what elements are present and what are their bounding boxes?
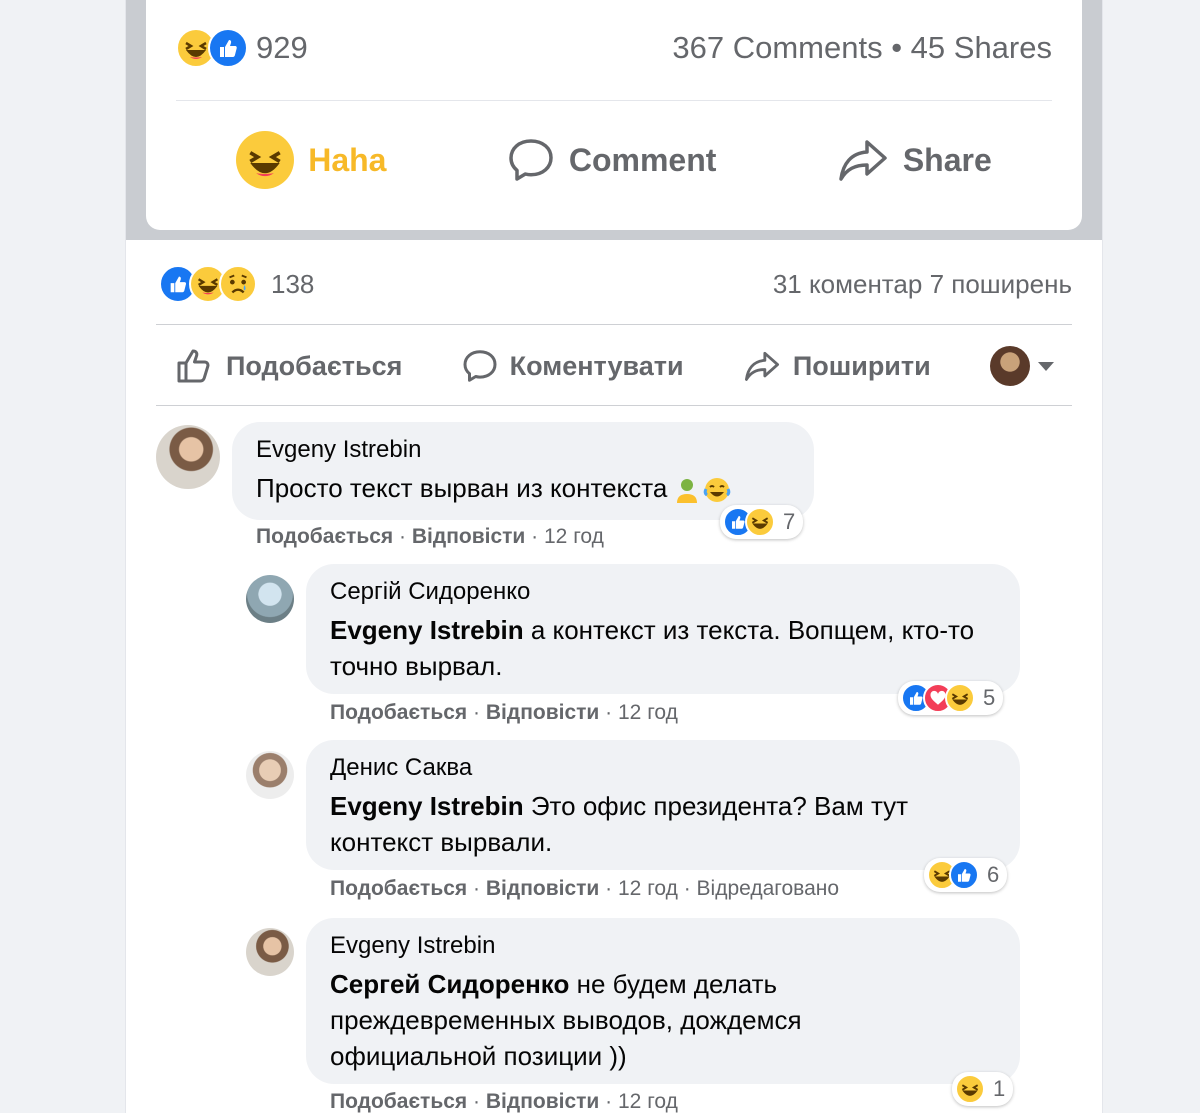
comment-bubble: Сергій Сидоренко Evgeny Istrebin а конте… bbox=[306, 564, 1020, 694]
share-icon bbox=[839, 140, 887, 181]
reaction-count: 1 bbox=[993, 1076, 1006, 1101]
reaction-count: 5 bbox=[983, 685, 996, 710]
share-label: Поширити bbox=[792, 350, 931, 381]
comment-reply-link[interactable]: Відповісти bbox=[486, 877, 599, 900]
comment-label: Comment bbox=[568, 141, 717, 178]
avatar[interactable] bbox=[246, 751, 294, 799]
haha-label: Haha bbox=[308, 141, 387, 178]
comment-meta: Подобається · Відповісти · 12 год bbox=[330, 701, 678, 724]
comment-button[interactable]: Comment bbox=[507, 136, 717, 184]
comment-meta: Подобається · Відповісти · 12 год · Відр… bbox=[330, 877, 840, 900]
reaction-count: 7 bbox=[783, 509, 796, 534]
sad-icon bbox=[219, 265, 257, 303]
comment-like-link[interactable]: Подобається bbox=[330, 701, 467, 724]
comment-bubble: Evgeny Istrebin Просто текст вырван из к… bbox=[232, 422, 814, 520]
comment-text: Сергей Сидоренко не будем делать преждев… bbox=[330, 969, 802, 1071]
comment-time[interactable]: 12 год bbox=[618, 701, 678, 724]
person-emoji-icon bbox=[677, 479, 698, 504]
comment-emoji bbox=[675, 477, 731, 504]
share-label: Share bbox=[902, 141, 992, 178]
share-button[interactable]: Share bbox=[837, 136, 992, 184]
comment-text: Просто текст вырван из контекста bbox=[256, 470, 792, 506]
reaction-summary[interactable] bbox=[159, 265, 257, 303]
avatar[interactable] bbox=[156, 425, 220, 489]
share-button[interactable]: Поширити bbox=[743, 349, 931, 383]
comment-author[interactable]: Денис Саква bbox=[330, 754, 998, 782]
divider bbox=[176, 100, 1052, 101]
comment-time[interactable]: 12 год bbox=[544, 525, 604, 548]
comment-icon bbox=[509, 139, 553, 181]
comment-bubble: Evgeny Istrebin Сергей Сидоренко не буде… bbox=[306, 918, 1020, 1084]
haha-icon bbox=[945, 683, 975, 713]
post-stats: 138 31 коментар 7 поширень bbox=[159, 262, 1072, 306]
haha-button[interactable]: Haha bbox=[236, 131, 386, 189]
post-actions: Подобається Коментувати Поширити bbox=[176, 340, 1054, 392]
like-icon bbox=[949, 860, 979, 890]
embedded-post-frame: 929 367 Comments • 45 Shares Haha Commen… bbox=[126, 0, 1102, 240]
haha-icon bbox=[236, 131, 295, 189]
comment-reply-link[interactable]: Відповісти bbox=[412, 525, 525, 548]
embedded-post-card: 929 367 Comments • 45 Shares Haha Commen… bbox=[146, 0, 1082, 230]
embedded-post-actions: Haha Comment Share bbox=[176, 120, 1052, 200]
haha-icon bbox=[745, 507, 775, 537]
reaction-summary[interactable] bbox=[176, 28, 248, 68]
reaction-count: 6 bbox=[987, 862, 1000, 887]
comment-reactions[interactable]: 1 bbox=[952, 1072, 1014, 1106]
reaction-count[interactable]: 138 bbox=[271, 269, 314, 300]
comment-like-link[interactable]: Подобається bbox=[330, 1090, 467, 1113]
comment-bubble: Денис Саква Evgeny Istrebin Это офис пре… bbox=[306, 740, 1020, 870]
comment-like-link[interactable]: Подобається bbox=[256, 525, 393, 548]
reaction-as-selector[interactable] bbox=[990, 346, 1054, 386]
avatar bbox=[990, 346, 1030, 386]
comment-text: Evgeny Istrebin а контекст из текста. Во… bbox=[330, 615, 975, 681]
haha-icon bbox=[955, 1074, 985, 1104]
reaction-count[interactable]: 929 bbox=[256, 30, 308, 66]
comments-shares-count[interactable]: 367 Comments • 45 Shares bbox=[672, 30, 1052, 66]
comment-label: Коментувати bbox=[509, 350, 684, 381]
like-icon bbox=[208, 28, 248, 68]
comment-button[interactable]: Коментувати bbox=[462, 348, 684, 384]
comments-shares-count[interactable]: 31 коментар 7 поширень bbox=[773, 269, 1072, 300]
comment-author[interactable]: Evgeny Istrebin bbox=[256, 436, 792, 464]
comment-icon bbox=[463, 350, 497, 382]
feed-column: 929 367 Comments • 45 Shares Haha Commen… bbox=[125, 0, 1103, 1113]
divider bbox=[156, 405, 1072, 406]
comment-like-link[interactable]: Подобається bbox=[330, 877, 467, 900]
comment-reply-link[interactable]: Відповісти bbox=[486, 701, 599, 724]
embedded-post-stats: 929 367 Comments • 45 Shares bbox=[176, 28, 1052, 68]
mention-link[interactable]: Сергей Сидоренко bbox=[330, 969, 569, 999]
tears-of-joy-icon bbox=[703, 478, 731, 503]
comment-text: Evgeny Istrebin Это офис президента? Вам… bbox=[330, 791, 909, 857]
comment-author[interactable]: Сергій Сидоренко bbox=[330, 578, 998, 606]
divider bbox=[156, 324, 1072, 325]
like-label: Подобається bbox=[226, 350, 403, 381]
comment-meta: Подобається · Відповісти · 12 год bbox=[330, 1090, 678, 1113]
avatar[interactable] bbox=[246, 928, 294, 976]
share-icon bbox=[744, 351, 779, 381]
comment-reply-link[interactable]: Відповісти bbox=[486, 1090, 599, 1113]
like-button[interactable]: Подобається bbox=[176, 348, 402, 384]
comment-time[interactable]: 12 год bbox=[618, 877, 678, 900]
comment-time[interactable]: 12 год bbox=[618, 1090, 678, 1113]
thumbs-up-icon bbox=[177, 349, 210, 383]
avatar[interactable] bbox=[246, 575, 294, 623]
comment-reactions[interactable]: 6 bbox=[924, 858, 1008, 892]
mention-link[interactable]: Evgeny Istrebin bbox=[330, 615, 524, 645]
comment-reactions[interactable]: 7 bbox=[720, 505, 804, 539]
comment-meta: Подобається · Відповісти · 12 год bbox=[256, 525, 604, 548]
edited-label[interactable]: Відредаговано bbox=[697, 877, 840, 900]
comment-reactions[interactable]: 5 bbox=[898, 681, 1004, 715]
mention-link[interactable]: Evgeny Istrebin bbox=[330, 791, 524, 821]
chevron-down-icon bbox=[1038, 361, 1054, 371]
comment-author[interactable]: Evgeny Istrebin bbox=[330, 932, 998, 960]
